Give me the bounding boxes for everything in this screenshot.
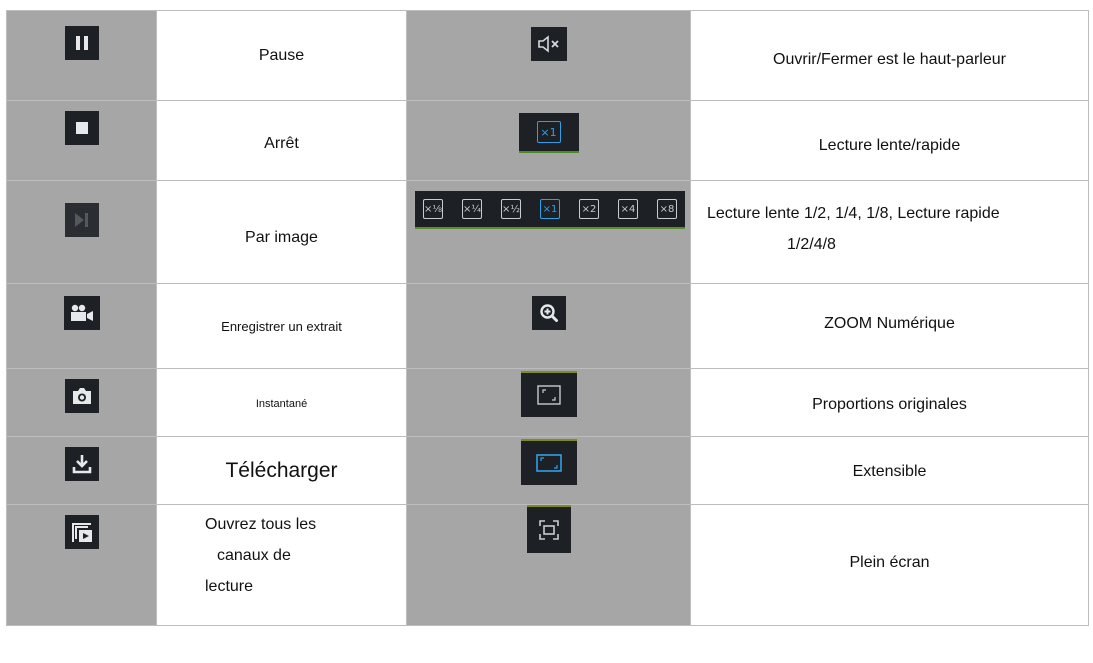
icon-cell: ×1 <box>406 100 691 181</box>
stretch-icon <box>520 439 577 485</box>
label-cell: Lecture lente 1/2, 1/4, 1/8, Lecture rap… <box>690 180 1089 284</box>
stop-label: Arrêt <box>264 135 299 152</box>
frame-step-label: Par image <box>245 229 318 246</box>
pause-label: Pause <box>258 47 305 64</box>
speed-option: ×8 <box>657 199 677 219</box>
stop-icon <box>64 111 99 145</box>
snapshot-label: Instantané <box>255 398 308 410</box>
label-cell: Plein écran <box>690 504 1089 626</box>
icon-cell <box>406 436 691 505</box>
speed-option: ×⅛ <box>423 199 443 219</box>
speed-option: ×4 <box>618 199 638 219</box>
icon-cell <box>6 504 157 626</box>
label-cell: Instantané <box>156 368 407 437</box>
table-row: Arrêt ×1 Lecture lente/rapide <box>6 100 1089 181</box>
frame-step-icon <box>64 203 99 237</box>
download-label: Télécharger <box>225 459 338 482</box>
icon-cell <box>6 100 157 181</box>
icon-cell <box>6 436 157 505</box>
label-cell: Arrêt <box>156 100 407 181</box>
speed-option: ×1 <box>540 199 560 219</box>
table-row: Enregistrer un extrait ZOOM Numérique <box>6 283 1089 369</box>
speed-option: ×2 <box>579 199 599 219</box>
speed-option: ×½ <box>501 199 521 219</box>
label-cell: Lecture lente/rapide <box>690 100 1089 181</box>
label-cell: Par image <box>156 180 407 284</box>
clip-label: Enregistrer un extrait <box>221 319 342 334</box>
zoom-label: ZOOM Numérique <box>824 315 955 332</box>
icon-cell <box>406 10 691 101</box>
label-cell: Proportions originales <box>690 368 1089 437</box>
table-row: Par image ×⅛ ×¼ ×½ ×1 ×2 ×4 ×8 Lecture l… <box>6 180 1089 284</box>
speed-options-strip: ×⅛ ×¼ ×½ ×1 ×2 ×4 ×8 <box>415 191 685 229</box>
icon-legend-table: Pause Ouvrir/Fermer est le haut-parleur … <box>6 10 1089 626</box>
stretch-label: Extensible <box>852 463 927 480</box>
speed-label: Lecture lente/rapide <box>818 137 961 154</box>
download-icon <box>64 447 99 481</box>
label-cell: Extensible <box>690 436 1089 505</box>
speed-option: ×¼ <box>462 199 482 219</box>
icon-cell <box>6 10 157 101</box>
fullscreen-icon <box>526 505 571 553</box>
open-all-channels-icon <box>64 515 99 549</box>
label-cell: Ouvrez tous les canaux de lecture <box>156 504 407 626</box>
zoom-in-icon <box>531 296 566 330</box>
icon-cell <box>6 283 157 369</box>
speaker-label: Ouvrir/Fermer est le haut-parleur <box>773 51 1006 68</box>
camera-icon <box>64 379 99 413</box>
icon-cell: ×⅛ ×¼ ×½ ×1 ×2 ×4 ×8 <box>406 180 691 284</box>
label-cell: Pause <box>156 10 407 101</box>
original-ratio-icon <box>520 371 577 417</box>
table-row: Pause Ouvrir/Fermer est le haut-parleur <box>6 10 1089 101</box>
speed-options-label: Lecture lente 1/2, 1/4, 1/8, Lecture rap… <box>707 205 1000 253</box>
icon-cell <box>406 283 691 369</box>
label-cell: Télécharger <box>156 436 407 505</box>
icon-cell <box>6 368 157 437</box>
label-cell: Ouvrir/Fermer est le haut-parleur <box>690 10 1089 101</box>
video-clip-icon <box>63 296 100 330</box>
table-row: Télécharger Extensible <box>6 436 1089 505</box>
table-row: Instantané Proportions originales <box>6 368 1089 437</box>
table-row: Ouvrez tous les canaux de lecture Plein … <box>6 504 1089 626</box>
icon-cell <box>6 180 157 284</box>
label-cell: ZOOM Numérique <box>690 283 1089 369</box>
icon-cell <box>406 368 691 437</box>
speaker-mute-icon <box>530 27 567 61</box>
speed-x1-icon: ×1 <box>518 113 579 153</box>
icon-cell <box>406 504 691 626</box>
original-ratio-label: Proportions originales <box>812 396 967 413</box>
label-cell: Enregistrer un extrait <box>156 283 407 369</box>
open-all-channels-label: Ouvrez tous les canaux de lecture <box>205 516 317 595</box>
fullscreen-label: Plein écran <box>849 554 930 571</box>
pause-icon <box>64 26 99 60</box>
